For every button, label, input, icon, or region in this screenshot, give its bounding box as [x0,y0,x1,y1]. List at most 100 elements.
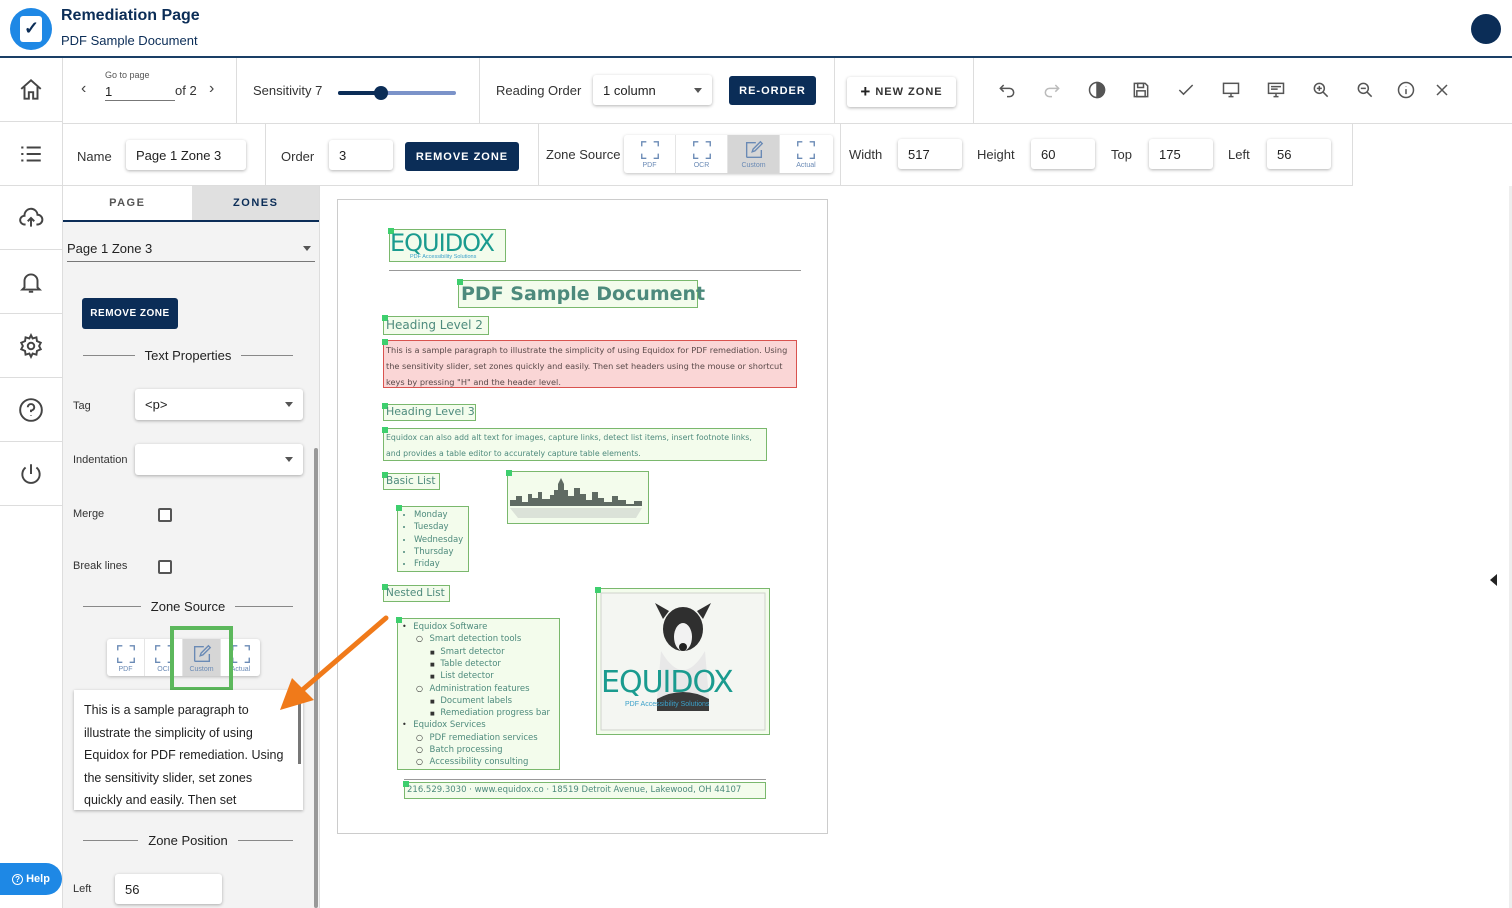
reading-order-value: 1 column [603,82,656,98]
list-icon [21,146,41,161]
close-icon[interactable] [1430,78,1454,102]
remove-zone-button[interactable]: REMOVE ZONE [82,298,178,329]
source-actual-button[interactable]: Actual [780,135,832,173]
zone-select[interactable]: Page 1 Zone 3 [67,236,315,262]
indentation-select[interactable] [135,444,303,475]
zone-heading3[interactable]: Heading Level 3 [382,403,476,421]
nav-settings[interactable] [0,314,62,378]
preview-icon[interactable] [1264,78,1288,102]
zone-paragraph-selected[interactable]: This is a sample paragraph to illustrate… [382,339,797,388]
chevron-down-icon [285,402,293,407]
chevron-down-icon [285,457,293,462]
nav-notifications[interactable] [0,250,62,314]
monitor-icon[interactable] [1219,78,1243,102]
new-zone-button[interactable]: + NEW ZONE [847,77,956,107]
doc-logo-text: EQUIDOX [390,229,495,257]
left-input[interactable]: 56 [1267,139,1331,169]
panel-source-pdf-button[interactable]: PDF [107,639,145,676]
basic-list-item: Tuesday [414,521,463,533]
nav-list[interactable] [0,122,62,186]
zoom-in-icon[interactable] [1309,78,1333,102]
next-page-icon[interactable]: › [209,80,214,98]
source-ocr-label: OCR [693,162,710,169]
check-icon[interactable] [1174,78,1198,102]
app-logo[interactable] [10,8,52,50]
undo-icon[interactable] [995,78,1019,102]
nested-list-item: ○ Accessibility consulting [416,757,529,768]
zone-paragraph2[interactable]: Equidox can also add alt text for images… [382,427,767,461]
zone-order-input[interactable]: 3 [329,140,393,170]
width-input[interactable]: 517 [898,139,962,169]
reading-order-label: Reading Order [496,83,582,98]
sensitivity-slider-thumb[interactable] [374,86,388,100]
break-lines-checkbox[interactable] [158,560,172,574]
panel-source-pdf-label: PDF [118,665,133,673]
source-pdf-button[interactable]: PDF [624,135,676,173]
contrast-icon[interactable] [1085,78,1109,102]
height-input[interactable]: 60 [1031,139,1095,169]
page-number-input[interactable]: 1 [105,84,175,101]
zone-text-area[interactable]: This is a sample paragraph to illustrate… [74,690,303,810]
zone-nested-list[interactable]: • Equidox Software ○ Smart detection tool… [396,617,560,770]
nested-list-item: • Equidox Services [402,720,486,731]
zone-name-input[interactable]: Page 1 Zone 3 [126,140,246,170]
tab-page[interactable]: PAGE [63,186,192,220]
break-lines-label: Break lines [73,560,128,572]
zone-basic-list-title[interactable]: Basic List [382,472,440,490]
main-toolbar: ‹ Go to page 1 of 2 › Sensitivity 7 Read… [63,58,1512,124]
tag-select[interactable]: <p> [135,389,303,420]
go-to-page-label: Go to page [105,70,150,80]
nav-logout[interactable] [0,442,62,506]
zone-dog-image[interactable]: EQUIDOX PDF Accessibility Solutions [595,587,770,735]
source-custom-label: Custom [741,162,766,169]
zone-skyline-image[interactable] [506,470,649,524]
nested-list-item: ■ Table detector [430,658,501,669]
zone-source-label: Zone Source [546,147,621,162]
position-left-input[interactable]: 56 [115,874,222,904]
source-custom-button[interactable]: Custom [728,135,780,173]
merge-checkbox[interactable] [158,508,172,522]
nav-upload[interactable] [0,186,62,250]
zone-heading2[interactable]: Heading Level 2 [382,315,489,335]
zone-title[interactable]: PDF Sample Document [457,279,705,308]
text-properties-title: Text Properties [73,348,303,363]
zone-nested-list-title[interactable]: Nested List [382,584,450,602]
user-avatar[interactable] [1471,14,1501,44]
top-input[interactable]: 175 [1149,139,1213,169]
reading-order-select[interactable]: 1 column [593,75,712,105]
re-order-button[interactable]: RE-ORDER [729,76,816,105]
zone-source-title: Zone Source [73,599,303,614]
help-button[interactable]: ? Help [0,863,62,895]
zone-basic-list[interactable]: MondayTuesdayWednesdayThursdayFriday [396,505,469,572]
nested-list-item: ○ Batch processing [416,745,503,755]
collapse-panel-icon[interactable] [1490,574,1497,586]
zone-logo[interactable]: EQUIDOX PDF Accessibility Solutions [388,228,506,262]
source-ocr-button[interactable]: OCR [676,135,728,173]
zone-footer[interactable]: 216.529.3030 · www.equidox.co · 18519 De… [403,781,766,799]
document-name: PDF Sample Document [61,33,198,48]
page-total: of 2 [175,83,197,98]
doc-divider [389,270,801,271]
nav-help[interactable] [0,378,62,442]
remove-zone-button-top[interactable]: REMOVE ZONE [405,142,519,171]
nested-list-item: ■ List detector [430,671,494,682]
bell-icon [19,272,43,293]
scan-icon [640,141,659,159]
sensitivity-label: Sensitivity 7 [253,83,323,98]
sensitivity-slider[interactable] [338,86,456,100]
save-icon[interactable] [1129,78,1153,102]
nested-list-item: ■ Remediation progress bar [430,708,551,719]
zone-source-group-top: PDF OCR Custom Actual [624,135,833,173]
tab-zones[interactable]: ZONES [191,186,319,220]
redo-icon[interactable] [1040,78,1064,102]
info-icon[interactable] [1394,78,1418,102]
scan-icon [797,141,815,159]
nav-home[interactable] [0,58,62,122]
basic-list-item: Friday [414,558,463,570]
zoom-out-icon[interactable] [1353,78,1377,102]
source-actual-label: Actual [796,162,816,169]
prev-page-icon[interactable]: ‹ [81,80,86,98]
pdf-page-canvas[interactable]: EQUIDOX PDF Accessibility Solutions PDF … [337,199,828,834]
doc-nested-list-title: Nested List [386,587,445,599]
doc-heading2: Heading Level 2 [386,318,483,332]
